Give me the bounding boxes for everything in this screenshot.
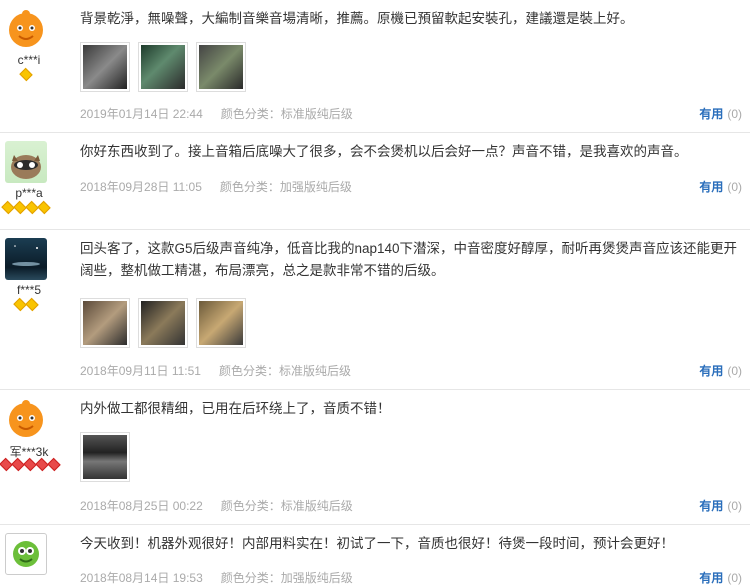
review-item: f***5 回头客了，这款G5后级声音纯净，低音比我的nap140下潜深，中音密…	[0, 230, 750, 390]
useful-button[interactable]: 有用	[699, 571, 723, 585]
review-item: 军***3k 内外做工都很精细，已用在后环绕上了，音质不错！ 2018年08月2…	[0, 390, 750, 525]
avatar[interactable]	[5, 533, 47, 575]
review-meta: 2018年08月25日 00:22 颜色分类：标准版纯后级	[80, 497, 353, 514]
review-meta: 2018年08月14日 19:53 颜色分类：加强版纯后级	[80, 569, 353, 586]
review-photo-thumbnail[interactable]	[138, 298, 188, 348]
review-item: c***i 背景乾淨，無噪聲，大編制音樂音場清晰，推薦。原機已預留軟起安裝孔，建…	[0, 0, 750, 133]
review-sku: 颜色分类：标准版纯后级	[220, 107, 353, 121]
review-sku: 颜色分类：标准版纯后级	[218, 364, 351, 378]
useful-count: (0)	[727, 180, 742, 194]
review-meta: 2018年09月11日 11:51 颜色分类：标准版纯后级	[80, 362, 351, 379]
review-date: 2018年09月11日 11:51	[80, 364, 201, 378]
review-photo-thumbnail[interactable]	[138, 42, 188, 92]
review-item: 今天收到！机器外观很好！内部用料实在！初试了一下，音质也很好！待煲一段时间，预计…	[0, 525, 750, 585]
useful-vote: 有用 (0)	[699, 497, 742, 514]
avatar[interactable]	[5, 141, 47, 183]
reviewer-nickname: c***i	[17, 53, 41, 67]
review-text: 背景乾淨，無噪聲，大編制音樂音場清晰，推薦。原機已預留軟起安裝孔，建議還是裝上好…	[80, 11, 634, 26]
reviewer-nickname: f***5	[16, 283, 42, 297]
avatar[interactable]	[5, 238, 47, 280]
useful-vote: 有用 (0)	[699, 362, 742, 379]
useful-count: (0)	[727, 499, 742, 513]
review-text: 内外做工都很精细，已用在后环绕上了，音质不错！	[80, 401, 391, 416]
useful-vote: 有用 (0)	[699, 178, 742, 195]
useful-count: (0)	[727, 107, 742, 121]
review-photos	[80, 42, 246, 92]
reviewer-rank-icon	[0, 297, 52, 312]
review-meta: 2019年01月14日 22:44 颜色分类：标准版纯后级	[80, 105, 353, 122]
review-date: 2018年09月28日 11:05	[80, 180, 202, 194]
useful-button[interactable]: 有用	[699, 180, 723, 194]
review-photo-thumbnail[interactable]	[196, 42, 246, 92]
avatar[interactable]	[5, 8, 47, 50]
review-photo-thumbnail[interactable]	[80, 432, 130, 482]
review-photo-thumbnail[interactable]	[196, 298, 246, 348]
reviewer-nickname: p***a	[15, 186, 43, 200]
review-photo-thumbnail[interactable]	[80, 298, 130, 348]
avatar[interactable]	[5, 398, 47, 440]
review-sku: 颜色分类：加强版纯后级	[220, 571, 353, 585]
review-text: 你好东西收到了。接上音箱后底噪大了很多，会不会煲机以后会好一点？声音不错，是我喜…	[80, 144, 688, 159]
useful-count: (0)	[727, 364, 742, 378]
review-item: p***a 你好东西收到了。接上音箱后底噪大了很多，会不会煲机以后会好一点？声音…	[0, 133, 750, 230]
useful-count: (0)	[727, 571, 742, 585]
review-date: 2018年08月14日 19:53	[80, 571, 203, 585]
review-photos	[80, 298, 246, 348]
review-sku: 颜色分类：标准版纯后级	[220, 499, 353, 513]
review-text: 回头客了，这款G5后级声音纯净，低音比我的nap140下潜深，中音密度好醇厚，耐…	[80, 241, 738, 278]
useful-button[interactable]: 有用	[699, 364, 723, 378]
review-date: 2019年01月14日 22:44	[80, 107, 203, 121]
useful-vote: 有用 (0)	[699, 569, 742, 586]
useful-button[interactable]: 有用	[699, 107, 723, 121]
reviewer-rank-icon	[0, 457, 61, 472]
review-sku: 颜色分类：加强版纯后级	[219, 180, 352, 194]
review-text: 今天收到！机器外观很好！内部用料实在！初试了一下，音质也很好！待煲一段时间，预计…	[80, 536, 674, 551]
review-meta: 2018年09月28日 11:05 颜色分类：加强版纯后级	[80, 178, 352, 195]
reviewer-rank-icon	[0, 200, 52, 215]
useful-vote: 有用 (0)	[699, 105, 742, 122]
review-date: 2018年08月25日 00:22	[80, 499, 203, 513]
reviewer-rank-icon	[0, 67, 52, 82]
review-photo-thumbnail[interactable]	[80, 42, 130, 92]
review-photos	[80, 432, 130, 482]
useful-button[interactable]: 有用	[699, 499, 723, 513]
